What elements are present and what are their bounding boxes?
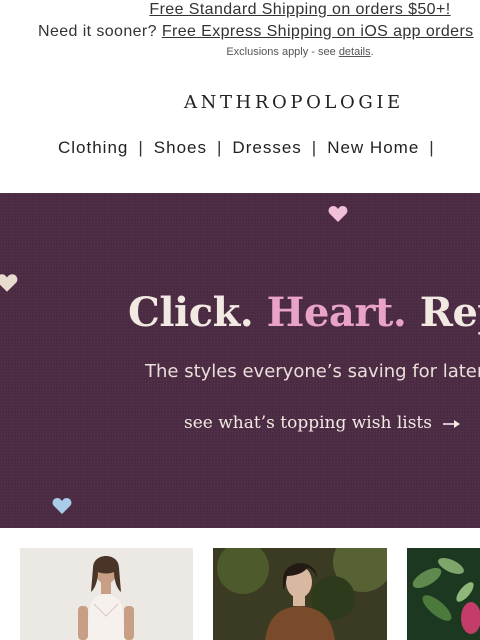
arrow-right-icon [443,419,461,428]
express-shipping-prefix: Need it sooner? [38,23,162,40]
heart-icon [0,274,18,292]
nav-separator: | [217,138,223,157]
hero-banner[interactable]: Click. Heart. Repeat. The styles everyon… [0,193,480,528]
nav-separator: | [138,138,144,157]
product-card-brown-jacket[interactable] [213,548,387,640]
nav-item-clothing[interactable]: Clothing [58,138,128,157]
product-image [213,548,387,640]
hero-title-click: Click. [128,289,267,336]
hero-title-repeat: Repeat. [419,289,480,336]
nav-separator: | [429,138,435,157]
hero-cta-label: see what’s topping wish lists [184,413,432,433]
product-card-white-top[interactable] [20,548,193,640]
hero-title: Click. Heart. Repeat. [128,289,480,336]
exclusions-details-link[interactable]: details [339,46,371,58]
express-shipping-link[interactable]: Free Express Shipping on iOS app orders [162,23,474,40]
product-card-botanical[interactable] [407,548,480,640]
product-image [20,548,193,640]
heart-icon [52,498,72,514]
hero-subtitle: The styles everyone’s saving for later. [145,361,480,382]
nav-separator: | [311,138,318,157]
hero-title-heart: Heart. [266,289,407,336]
brand-logo[interactable]: ANTHROPOLOGIE [184,92,404,113]
heart-icon [328,206,348,222]
exclusions-suffix: . [370,46,374,58]
product-image [407,548,480,640]
main-nav: Clothing | Shoes | Dresses | New Home | [58,138,445,158]
exclusions-note: Exclusions apply - see details. [0,46,480,58]
shipping-promo-link[interactable]: Free Standard Shipping on orders $50+! [0,1,480,19]
express-shipping-line: Need it sooner? Free Express Shipping on… [38,23,474,41]
nav-item-dresses[interactable]: Dresses [232,138,301,157]
nav-item-shoes[interactable]: Shoes [154,138,207,157]
product-row [0,548,480,640]
hero-cta-link[interactable]: see what’s topping wish lists [184,413,461,433]
nav-item-new-home[interactable]: New Home [327,138,419,157]
exclusions-prefix: Exclusions apply - see [226,46,339,58]
